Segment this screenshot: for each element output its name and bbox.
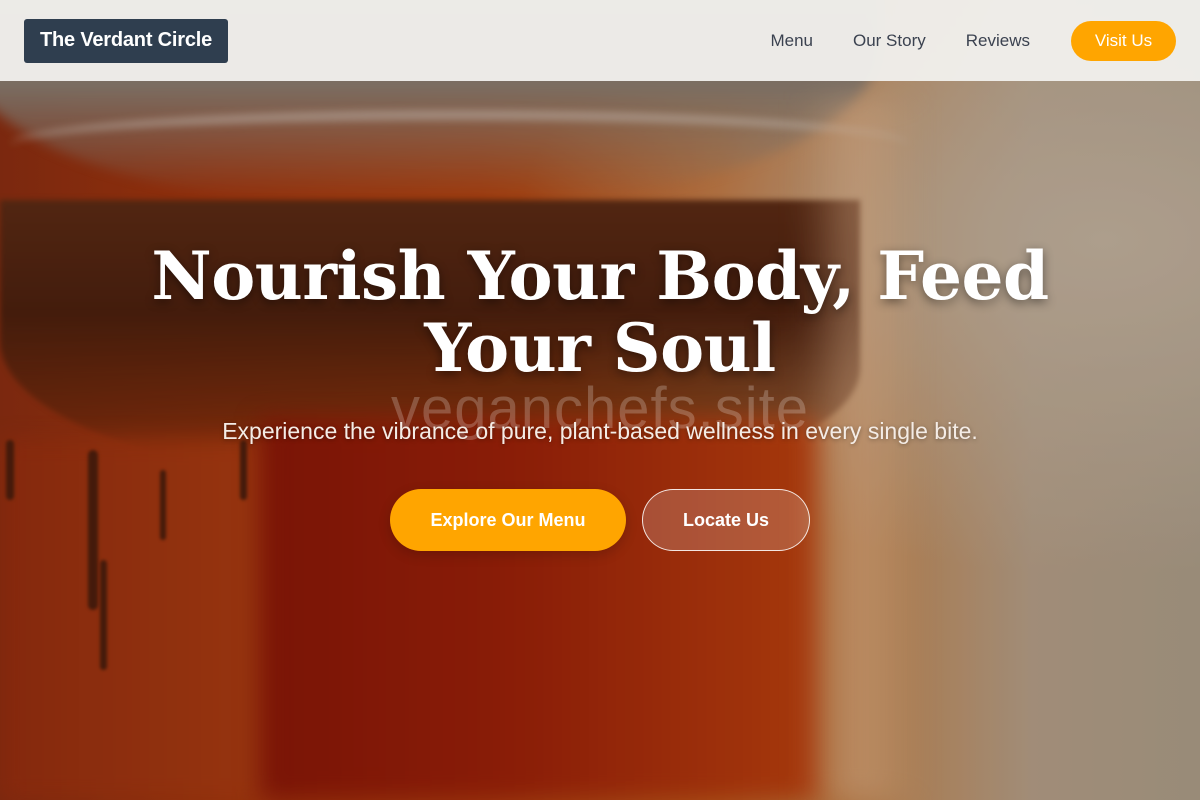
hero-subtitle: Experience the vibrance of pure, plant-b… xyxy=(222,418,978,444)
site-header: The Verdant Circle Menu Our Story Review… xyxy=(0,0,1200,81)
main-nav: Menu Our Story Reviews Visit Us xyxy=(730,20,1176,61)
hero-cta-row: Explore Our Menu Locate Us xyxy=(0,489,1200,551)
nav-link-our-story[interactable]: Our Story xyxy=(853,31,926,51)
site-logo[interactable]: The Verdant Circle xyxy=(24,18,229,63)
hero-title: Nourish Your Body, Feed Your Soul xyxy=(151,237,1049,387)
nav-link-menu[interactable]: Menu xyxy=(770,31,813,51)
explore-menu-button[interactable]: Explore Our Menu xyxy=(390,489,626,551)
hero-section: Nourish Your Body, Feed Your Soul veganc… xyxy=(0,237,1200,551)
nav-link-reviews[interactable]: Reviews xyxy=(966,31,1030,51)
visit-us-button[interactable]: Visit Us xyxy=(1071,20,1176,61)
locate-us-button[interactable]: Locate Us xyxy=(642,489,810,551)
